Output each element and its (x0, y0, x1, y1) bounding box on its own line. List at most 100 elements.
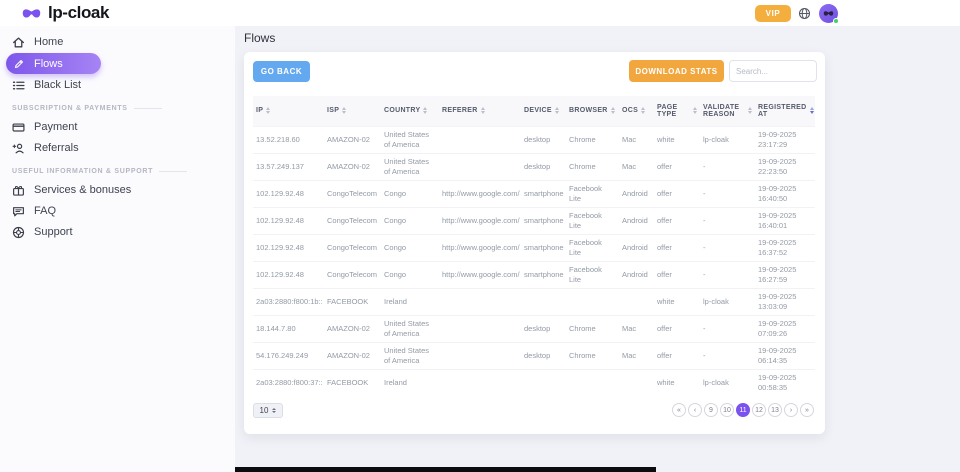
cell-device: smartphone (521, 261, 566, 288)
cell-isp: AMAZON-02 (324, 315, 381, 342)
cell-registered_at: 19-09-202506:14:35 (755, 342, 815, 369)
cell-browser: Facebook Lite (566, 261, 619, 288)
cell-country: United States of America (381, 126, 439, 153)
table-row[interactable]: 2a03:2880:f800:1b::FACEBOOKIrelandwhitel… (253, 288, 815, 315)
avatar-mask-icon (823, 10, 834, 17)
cell-validate_reason: - (700, 234, 755, 261)
column-header-device[interactable]: DEVICE (521, 96, 566, 126)
last-page-button[interactable]: » (800, 403, 814, 417)
sidebar-item-label: Services & bonuses (34, 184, 131, 196)
cell-referer: http://www.google.com/ (439, 180, 521, 207)
page-button-12[interactable]: 12 (752, 403, 766, 417)
column-header-registered_at[interactable]: REGISTERED AT (755, 96, 815, 126)
table-row[interactable]: 102.129.92.48CongoTelecomCongohttp://www… (253, 234, 815, 261)
next-page-button[interactable]: › (784, 403, 798, 417)
table-row[interactable]: 2a03:2880:f800:37::FACEBOOKIrelandwhitel… (253, 369, 815, 396)
column-header-page_type[interactable]: PAGE TYPE (654, 96, 700, 126)
sort-icon[interactable] (266, 107, 270, 114)
cell-page_type: white (654, 369, 700, 396)
table-row[interactable]: 54.176.249.249AMAZON-02United States of … (253, 342, 815, 369)
column-header-country[interactable]: COUNTRY (381, 96, 439, 126)
cell-validate_reason: - (700, 315, 755, 342)
sidebar-item-services[interactable]: Services & bonuses (0, 180, 235, 200)
page-button-11[interactable]: 11 (736, 403, 750, 417)
sort-icon[interactable] (641, 107, 645, 114)
user-avatar[interactable] (819, 4, 838, 23)
column-header-validate_reason[interactable]: VALIDATE REASON (700, 96, 755, 126)
cell-country: United States of America (381, 153, 439, 180)
column-header-referer[interactable]: REFERER (439, 96, 521, 126)
per-page-select[interactable]: 10 (253, 403, 283, 418)
column-header-ocs[interactable]: OCS (619, 96, 654, 126)
app-logo[interactable]: lp-cloak (21, 0, 109, 26)
cell-browser (566, 288, 619, 315)
sidebar-item-support[interactable]: Support (0, 222, 235, 242)
language-globe-icon[interactable] (798, 6, 812, 20)
download-stats-button[interactable]: DOWNLOAD STATS (629, 60, 724, 82)
cell-ocs: Android (619, 234, 654, 261)
column-label: COUNTRY (384, 107, 420, 114)
card-footer: 10 «‹910111213›» (253, 402, 814, 418)
sidebar-item-home[interactable]: Home (0, 32, 235, 52)
gift-icon (12, 184, 25, 197)
cell-page_type: offer (654, 234, 700, 261)
cell-ocs: Mac (619, 126, 654, 153)
column-label: REGISTERED AT (758, 104, 807, 118)
column-label: IP (256, 107, 263, 114)
cell-country: Ireland (381, 288, 439, 315)
sidebar-item-faq[interactable]: FAQ (0, 201, 235, 221)
sort-icon[interactable] (481, 107, 485, 114)
sort-icon[interactable] (693, 107, 697, 114)
cell-ip: 102.129.92.48 (253, 261, 324, 288)
table-header-row: IP ISPCOUNTRY REFERERDEVICEBROWSEROCSPAGE … (253, 96, 815, 126)
column-header-ip[interactable]: IP (253, 96, 324, 126)
sort-icon[interactable] (423, 107, 427, 114)
credit-card-icon (12, 121, 25, 134)
sidebar-item-black-list[interactable]: Black List (0, 75, 235, 95)
sidebar-item-flows[interactable]: Flows (6, 53, 101, 74)
chat-icon (12, 205, 25, 218)
sidebar-item-payment[interactable]: Payment (0, 117, 235, 137)
list-icon (12, 79, 25, 92)
prev-page-button[interactable]: ‹ (688, 403, 702, 417)
search-input[interactable] (729, 60, 817, 82)
table-row[interactable]: 102.129.92.48CongoTelecomCongohttp://www… (253, 261, 815, 288)
column-header-isp[interactable]: ISP (324, 96, 381, 126)
page-button-9[interactable]: 9 (704, 403, 718, 417)
sort-icon[interactable] (555, 107, 559, 114)
table-row[interactable]: 18.144.7.80AMAZON-02United States of Ame… (253, 315, 815, 342)
home-icon (12, 36, 25, 49)
sort-icon[interactable] (611, 107, 615, 114)
cell-isp: FACEBOOK (324, 288, 381, 315)
cell-country: Congo (381, 180, 439, 207)
cell-ocs: Android (619, 180, 654, 207)
cell-registered_at: 19-09-202522:23:50 (755, 153, 815, 180)
vip-button[interactable]: VIP (755, 5, 791, 22)
sort-icon[interactable] (748, 107, 752, 114)
table-body: 13.52.218.60AMAZON-02United States of Am… (253, 126, 815, 396)
sort-icon[interactable] (810, 107, 814, 114)
topbar: lp-cloak VIP (0, 0, 960, 26)
page-title: Flows (244, 31, 275, 45)
page-button-10[interactable]: 10 (720, 403, 734, 417)
first-page-button[interactable]: « (672, 403, 686, 417)
cell-ip: 102.129.92.48 (253, 180, 324, 207)
column-header-browser[interactable]: BROWSER (566, 96, 619, 126)
cell-browser: Chrome (566, 126, 619, 153)
table-row[interactable]: 102.129.92.48CongoTelecomCongohttp://www… (253, 180, 815, 207)
cell-browser: Facebook Lite (566, 207, 619, 234)
sidebar-item-referrals[interactable]: Referrals (0, 138, 235, 158)
go-back-button[interactable]: GO BACK (253, 61, 310, 82)
cell-ocs: Mac (619, 342, 654, 369)
sidebar-item-label: Referrals (34, 142, 79, 154)
section-label-subscription: SUBSCRIPTION & PAYMENTS (0, 105, 235, 112)
cell-ocs: Android (619, 207, 654, 234)
cell-referer (439, 288, 521, 315)
table-row[interactable]: 13.52.218.60AMAZON-02United States of Am… (253, 126, 815, 153)
pagination: «‹910111213›» (670, 403, 814, 417)
table-row[interactable]: 13.57.249.137AMAZON-02United States of A… (253, 153, 815, 180)
sort-icon[interactable] (342, 107, 346, 114)
page-button-13[interactable]: 13 (768, 403, 782, 417)
cell-browser: Facebook Lite (566, 180, 619, 207)
table-row[interactable]: 102.129.92.48CongoTelecomCongohttp://www… (253, 207, 815, 234)
